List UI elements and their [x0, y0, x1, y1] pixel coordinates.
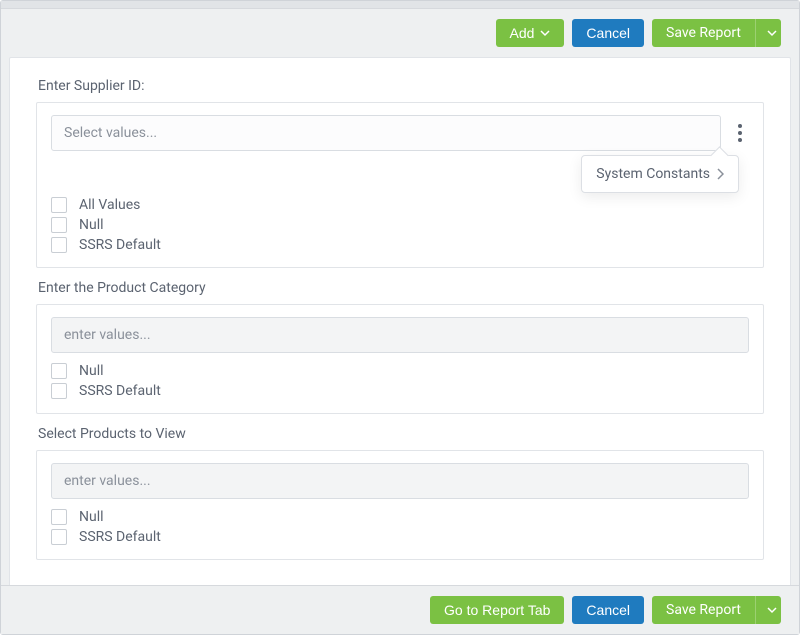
option-label: Null: [79, 363, 104, 379]
toolbar-top: Add Cancel Save Report: [1, 9, 799, 57]
header-band: [1, 1, 799, 9]
option-label: Null: [79, 217, 104, 233]
supplier-select-bar: Select values...: [51, 115, 749, 151]
save-report-button-top[interactable]: Save Report: [652, 19, 755, 47]
save-report-split-button-top: Save Report: [652, 19, 781, 47]
supplier-options: All Values Null SSRS Default: [51, 197, 749, 253]
category-option-ssrs-default[interactable]: SSRS Default: [51, 383, 749, 399]
option-label: SSRS Default: [79, 529, 161, 545]
supplier-option-ssrs-default[interactable]: SSRS Default: [51, 237, 749, 253]
category-panel: enter values... Null SSRS Default: [36, 304, 764, 414]
supplier-panel: Select values... System Constants All Va…: [36, 102, 764, 268]
checkbox[interactable]: [51, 363, 67, 379]
chevron-down-icon: [767, 28, 777, 38]
option-label: Null: [79, 509, 104, 525]
supplier-option-all-values[interactable]: All Values: [51, 197, 749, 213]
supplier-label: Enter Supplier ID:: [38, 78, 774, 94]
products-option-null[interactable]: Null: [51, 509, 749, 525]
supplier-placeholder: Select values...: [64, 125, 157, 141]
option-label: SSRS Default: [79, 237, 161, 253]
save-report-button-top-label: Save Report: [666, 25, 741, 41]
supplier-select-input[interactable]: Select values...: [51, 115, 721, 151]
save-report-button-bottom[interactable]: Save Report: [652, 596, 755, 624]
cancel-button-top-label: Cancel: [586, 25, 630, 41]
save-report-split-button-bottom: Save Report: [652, 596, 781, 624]
form-card: Enter Supplier ID: Select values... Syst…: [9, 57, 791, 595]
category-label: Enter the Product Category: [38, 280, 774, 296]
add-button[interactable]: Add: [496, 19, 565, 47]
products-options: Null SSRS Default: [51, 509, 749, 545]
toolbar-bottom: Go to Report Tab Cancel Save Report: [1, 585, 799, 634]
category-placeholder: enter values...: [64, 327, 151, 343]
checkbox[interactable]: [51, 509, 67, 525]
chevron-right-icon: [716, 168, 724, 180]
checkbox[interactable]: [51, 383, 67, 399]
system-constants-label: System Constants: [596, 166, 710, 182]
category-options: Null SSRS Default: [51, 363, 749, 399]
system-constants-popover[interactable]: System Constants: [581, 155, 739, 193]
products-placeholder: enter values...: [64, 473, 151, 489]
products-label: Select Products to View: [38, 426, 774, 442]
kebab-menu-icon[interactable]: [731, 124, 749, 142]
checkbox[interactable]: [51, 197, 67, 213]
products-option-ssrs-default[interactable]: SSRS Default: [51, 529, 749, 545]
supplier-option-null[interactable]: Null: [51, 217, 749, 233]
option-label: SSRS Default: [79, 383, 161, 399]
save-report-button-bottom-label: Save Report: [666, 602, 741, 618]
go-to-report-tab-label: Go to Report Tab: [444, 602, 550, 618]
products-select-input[interactable]: enter values...: [51, 463, 749, 499]
save-report-dropdown-bottom[interactable]: [755, 596, 781, 624]
app-frame: Add Cancel Save Report Enter Supplier ID…: [0, 0, 800, 635]
save-report-dropdown-top[interactable]: [755, 19, 781, 47]
checkbox[interactable]: [51, 529, 67, 545]
cancel-button-top[interactable]: Cancel: [572, 19, 644, 47]
cancel-button-bottom[interactable]: Cancel: [572, 596, 644, 624]
chevron-down-icon: [767, 605, 777, 615]
category-option-null[interactable]: Null: [51, 363, 749, 379]
cancel-button-bottom-label: Cancel: [586, 602, 630, 618]
go-to-report-tab-button[interactable]: Go to Report Tab: [430, 596, 564, 624]
products-panel: enter values... Null SSRS Default: [36, 450, 764, 560]
add-button-label: Add: [510, 25, 535, 41]
chevron-down-icon: [540, 28, 550, 38]
category-select-input[interactable]: enter values...: [51, 317, 749, 353]
checkbox[interactable]: [51, 237, 67, 253]
checkbox[interactable]: [51, 217, 67, 233]
option-label: All Values: [79, 197, 140, 213]
